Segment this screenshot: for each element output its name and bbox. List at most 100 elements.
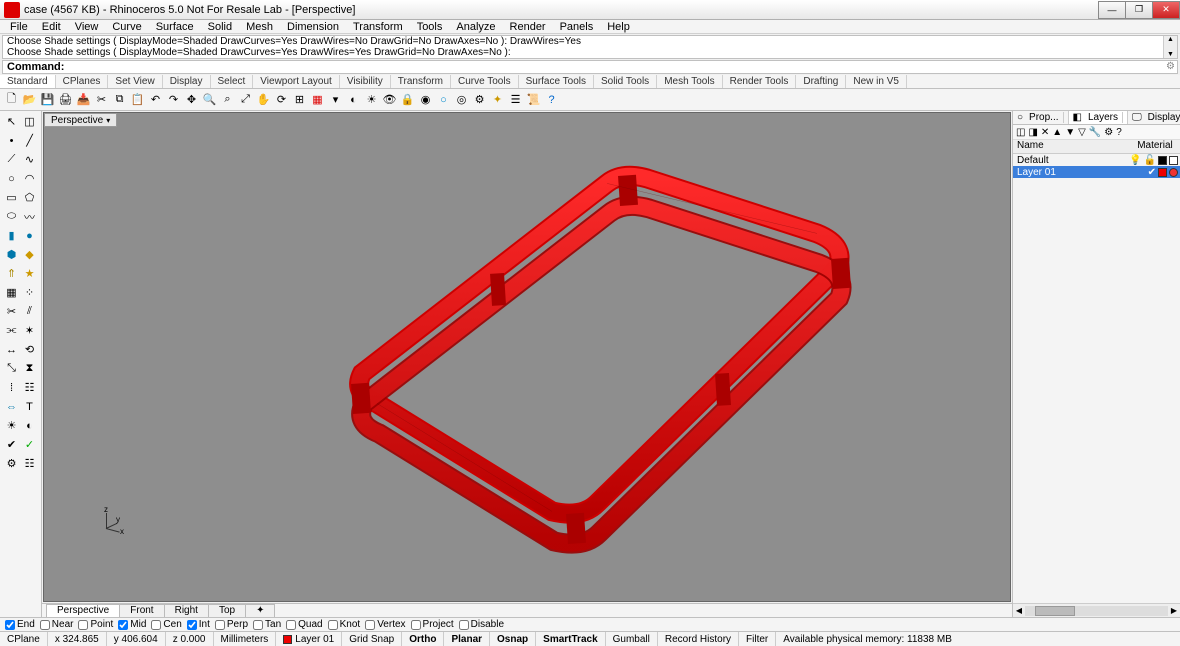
render2-icon[interactable]: ☀ <box>3 417 20 434</box>
move-down-icon[interactable]: ▼ <box>1065 127 1075 138</box>
tab-cplanes[interactable]: CPlanes <box>56 75 109 88</box>
pointson-icon[interactable]: ⁘ <box>21 284 38 301</box>
tab-transform[interactable]: Transform <box>391 75 451 88</box>
rotate-view-icon[interactable]: ⟳ <box>273 91 290 108</box>
osnap-project[interactable]: Project <box>411 619 454 630</box>
material-swatch[interactable] <box>1169 168 1178 177</box>
freeform-icon[interactable]: 〰 <box>21 208 38 225</box>
lasso-icon[interactable]: ◫ <box>21 113 38 130</box>
osnap-cen[interactable]: Cen <box>151 619 181 630</box>
array-icon[interactable]: ⁞ <box>3 379 20 396</box>
tab-visibility[interactable]: Visibility <box>340 75 391 88</box>
tab-drafting[interactable]: Drafting <box>796 75 846 88</box>
menu-transform[interactable]: Transform <box>347 21 409 33</box>
polygon-icon[interactable]: ⬠ <box>21 189 38 206</box>
hide-icon[interactable]: 👁 <box>381 91 398 108</box>
tab-new-in-v5[interactable]: New in V5 <box>846 75 907 88</box>
status-history[interactable]: Record History <box>658 632 739 646</box>
properties-icon[interactable]: ○ <box>435 91 452 108</box>
save-icon[interactable]: 💾 <box>39 91 56 108</box>
osnap-tan[interactable]: Tan <box>253 619 281 630</box>
command-history[interactable]: Choose Shade settings ( DisplayMode=Shad… <box>2 35 1178 59</box>
vptab-add[interactable]: ✦ <box>245 604 275 617</box>
status-planar[interactable]: Planar <box>444 632 490 646</box>
lock-icon[interactable]: 🔒 <box>399 91 416 108</box>
panel-scrollbar[interactable]: ◀ ▶ <box>1013 603 1180 617</box>
menu-dimension[interactable]: Dimension <box>281 21 345 33</box>
explode-icon[interactable]: ✶ <box>21 322 38 339</box>
osnap-point[interactable]: Point <box>78 619 113 630</box>
split-icon[interactable]: ⫽ <box>21 303 38 320</box>
zoom-window-icon[interactable]: ⌕ <box>219 91 236 108</box>
script-icon[interactable]: 📜 <box>525 91 542 108</box>
curve-icon[interactable]: ∿ <box>21 151 38 168</box>
mesh-icon[interactable]: ▦ <box>3 284 20 301</box>
menu-help[interactable]: Help <box>601 21 636 33</box>
move-up-icon[interactable]: ▲ <box>1052 127 1062 138</box>
layer-row-layer01[interactable]: Layer 01 ✔ <box>1013 166 1180 178</box>
tab-viewport-layout[interactable]: Viewport Layout <box>253 75 340 88</box>
menu-solid[interactable]: Solid <box>202 21 238 33</box>
rotate-icon[interactable]: ⟲ <box>21 341 38 358</box>
join-icon[interactable]: ⫘ <box>3 322 20 339</box>
mirror-icon[interactable]: ⧗ <box>21 360 38 377</box>
ellipse-icon[interactable]: ⬭ <box>3 208 20 225</box>
arc-icon[interactable]: ◠ <box>21 170 38 187</box>
menu-curve[interactable]: Curve <box>106 21 147 33</box>
history-scrollbar[interactable] <box>1163 36 1177 58</box>
osnap-near[interactable]: Near <box>40 619 74 630</box>
copy-icon[interactable]: ⧉ <box>111 91 128 108</box>
tab-curve-tools[interactable]: Curve Tools <box>451 75 519 88</box>
menu-panels[interactable]: Panels <box>554 21 600 33</box>
box-icon[interactable]: ▮ <box>3 227 20 244</box>
line-icon[interactable]: ⟋ <box>3 151 20 168</box>
col-material[interactable]: Material <box>1130 140 1180 153</box>
scroll-left-icon[interactable]: ◀ <box>1013 606 1025 615</box>
scroll-right-icon[interactable]: ▶ <box>1168 606 1180 615</box>
macros-icon[interactable]: ✦ <box>489 91 506 108</box>
status-smarttrack[interactable]: SmartTrack <box>536 632 605 646</box>
perspective-viewport[interactable]: Perspective <box>43 112 1011 602</box>
menu-analyze[interactable]: Analyze <box>450 21 501 33</box>
vptab-perspective[interactable]: Perspective <box>46 604 120 617</box>
cut-icon[interactable]: ✂ <box>93 91 110 108</box>
layers-icon[interactable]: ◉ <box>417 91 434 108</box>
help-icon[interactable]: ? <box>543 91 560 108</box>
osnap-vertex[interactable]: Vertex <box>365 619 405 630</box>
point-icon[interactable]: • <box>3 132 20 149</box>
pan-icon[interactable]: ✋ <box>255 91 272 108</box>
sphere-icon[interactable]: ● <box>21 227 38 244</box>
lock2-icon[interactable]: 🔓 <box>1144 155 1156 166</box>
tools-icon[interactable]: 🔧 <box>1089 127 1101 138</box>
tab-render-tools[interactable]: Render Tools <box>723 75 797 88</box>
menu-surface[interactable]: Surface <box>150 21 200 33</box>
cplane-icon[interactable]: ▦ <box>309 91 326 108</box>
layer-swatch[interactable] <box>1158 168 1167 177</box>
minimize-button[interactable]: — <box>1098 1 1126 19</box>
new-sublayer-icon[interactable]: ◨ <box>1028 127 1037 138</box>
shade-icon[interactable]: ◐ <box>345 91 362 108</box>
osnap-end[interactable]: End <box>5 619 35 630</box>
circle-icon[interactable]: ○ <box>3 170 20 187</box>
move2-icon[interactable]: ↔ <box>3 341 20 358</box>
tab-mesh-tools[interactable]: Mesh Tools <box>657 75 722 88</box>
osnap-int[interactable]: Int <box>187 619 210 630</box>
polyline-icon[interactable]: ╱ <box>21 132 38 149</box>
vptab-right[interactable]: Right <box>164 604 209 617</box>
tab-select[interactable]: Select <box>211 75 254 88</box>
osnap-quad[interactable]: Quad <box>286 619 322 630</box>
text-icon[interactable]: T <box>21 398 38 415</box>
trim-icon[interactable]: ✂ <box>3 303 20 320</box>
help2-icon[interactable]: ? <box>1116 127 1122 138</box>
menu-edit[interactable]: Edit <box>36 21 67 33</box>
maximize-button[interactable]: ❐ <box>1125 1 1153 19</box>
cylinder-icon[interactable]: ⬢ <box>3 246 20 263</box>
status-cplane[interactable]: CPlane <box>0 632 48 646</box>
rect-icon[interactable]: ▭ <box>3 189 20 206</box>
filter2-icon[interactable]: ▽ <box>1078 127 1086 138</box>
options-icon[interactable]: ⚙ <box>471 91 488 108</box>
cone-icon[interactable]: ◆ <box>21 246 38 263</box>
command-options-icon[interactable]: ⚙ <box>1166 61 1175 72</box>
import-icon[interactable]: 📥 <box>75 91 92 108</box>
loft-icon[interactable]: ★ <box>21 265 38 282</box>
